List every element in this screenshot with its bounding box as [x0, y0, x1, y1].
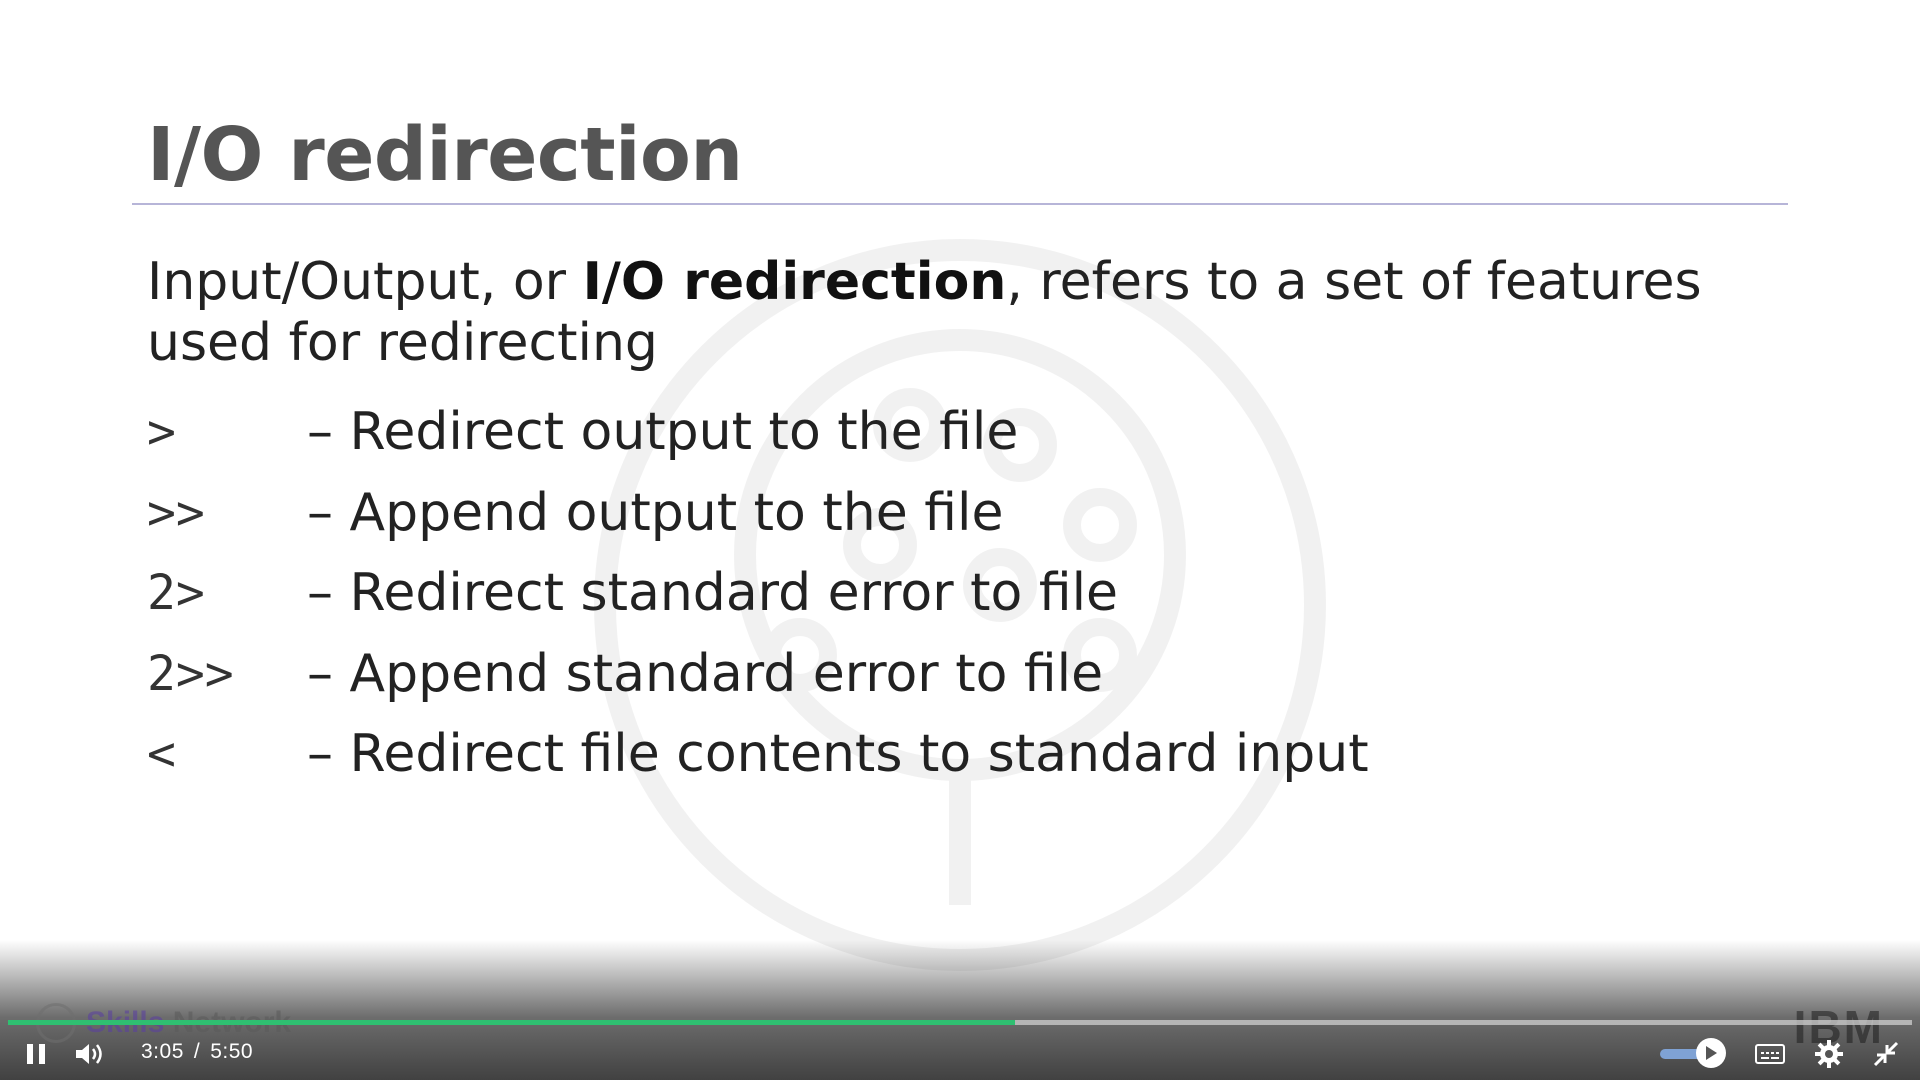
operator-description: – Redirect file contents to standard inp…: [307, 724, 1369, 785]
autoplay-toggle[interactable]: [1660, 1038, 1726, 1068]
slide-intro: Input/Output, or I/O redirection, refers…: [147, 252, 1797, 374]
time-display: 3:05 / 5:50: [141, 1040, 253, 1064]
operator-description: – Append output to the file: [307, 482, 1004, 543]
captions-icon: [1755, 1044, 1785, 1064]
pause-icon: [27, 1044, 45, 1064]
current-time: 3:05: [141, 1040, 184, 1063]
settings-button[interactable]: [1812, 1038, 1846, 1070]
operator-description: – Append standard error to file: [307, 643, 1104, 704]
title-divider: [132, 203, 1788, 205]
volume-button[interactable]: [72, 1038, 108, 1070]
operator-symbol: 2>>: [147, 645, 234, 702]
video-stage[interactable]: I/O redirection Input/Output, or I/O red…: [0, 0, 1920, 1080]
operator-list: > – Redirect output to the file >> – App…: [147, 392, 1369, 795]
autoplay-toggle-icon: [1706, 1046, 1717, 1060]
pause-button[interactable]: [20, 1038, 52, 1070]
operator-symbol: 2>: [147, 565, 205, 622]
operator-symbol: >: [147, 404, 176, 461]
captions-button[interactable]: [1752, 1038, 1788, 1070]
duration: 5:50: [210, 1040, 254, 1063]
intro-prefix: Input/Output, or: [147, 252, 583, 312]
gear-icon: [1815, 1040, 1843, 1068]
operator-row: 2> – Redirect standard error to file: [147, 553, 1369, 634]
time-separator: /: [193, 1040, 201, 1063]
progress-bar[interactable]: [8, 1020, 1912, 1025]
operator-description: – Redirect output to the file: [307, 402, 1019, 463]
operator-description: – Redirect standard error to file: [307, 563, 1119, 624]
operator-symbol: >>: [147, 484, 205, 541]
slide-title: I/O redirection: [147, 112, 743, 198]
operator-row: 2>> – Append standard error to file: [147, 634, 1369, 715]
operator-row: > – Redirect output to the file: [147, 392, 1369, 473]
intro-bold-term: I/O redirection: [582, 252, 1007, 312]
exit-fullscreen-button[interactable]: [1870, 1038, 1902, 1070]
exit-fullscreen-icon: [1873, 1041, 1899, 1067]
autoplay-toggle-knob: [1696, 1038, 1726, 1068]
operator-row: >> – Append output to the file: [147, 473, 1369, 554]
operator-row: < – Redirect file contents to standard i…: [147, 714, 1369, 795]
operator-symbol: <: [147, 726, 176, 783]
volume-icon: [76, 1044, 102, 1064]
progress-bar-played: [8, 1020, 1016, 1025]
